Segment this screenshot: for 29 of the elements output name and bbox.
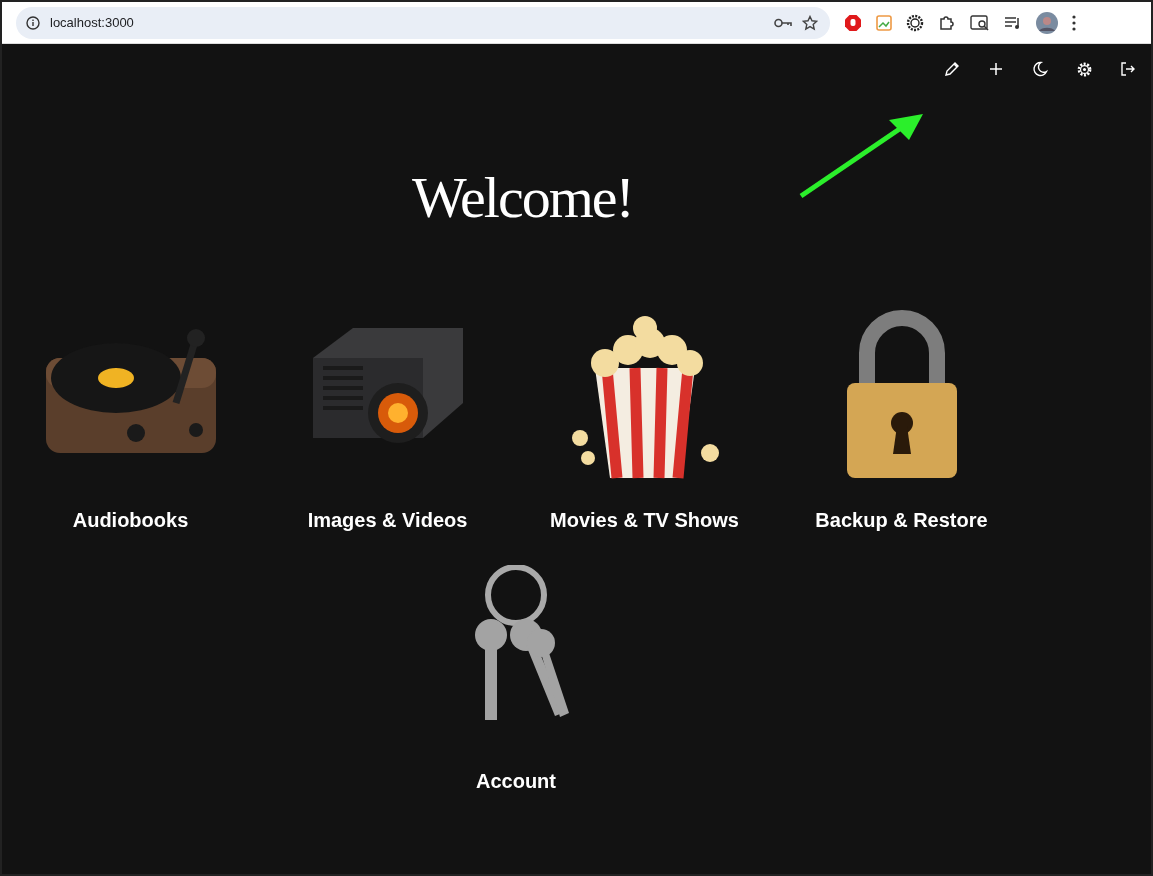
moon-icon	[1032, 61, 1048, 77]
app-tile[interactable]: Images & Videos	[259, 307, 516, 535]
app-tile[interactable]: Audiobooks	[2, 307, 259, 535]
search-icon[interactable]	[970, 14, 990, 31]
info-icon[interactable]	[26, 15, 40, 30]
logout-icon	[1120, 61, 1136, 77]
key-icon[interactable]	[774, 16, 792, 29]
app-tile[interactable]: Movies & TV Shows	[516, 307, 773, 535]
tile-label: Account	[476, 768, 556, 794]
url-text: localhost:3000	[50, 13, 135, 32]
puzzle-icon[interactable]	[938, 13, 956, 32]
app-tile[interactable]: Backup & Restore	[773, 307, 1030, 535]
tile-label: Images & Videos	[307, 507, 468, 533]
stop-hand-icon[interactable]	[844, 13, 862, 32]
address-bar[interactable]: localhost:3000	[16, 6, 830, 39]
pencil-icon	[944, 61, 960, 77]
sun-icon[interactable]	[906, 13, 924, 32]
tile-label: Movies & TV Shows	[550, 507, 739, 533]
app-tile[interactable]: Account	[387, 564, 645, 796]
tile-label: Audiobooks	[72, 507, 189, 533]
welcome-heading: Welcome!	[412, 166, 633, 230]
tile-label: Backup & Restore	[815, 507, 988, 533]
playlist-icon[interactable]	[1004, 15, 1022, 30]
more-icon[interactable]	[1072, 14, 1076, 31]
star-icon[interactable]	[802, 14, 818, 31]
picture-icon[interactable]	[876, 14, 892, 31]
avatar-icon[interactable]	[1036, 11, 1058, 34]
plus-icon	[989, 62, 1003, 76]
gear-icon	[1075, 60, 1093, 78]
